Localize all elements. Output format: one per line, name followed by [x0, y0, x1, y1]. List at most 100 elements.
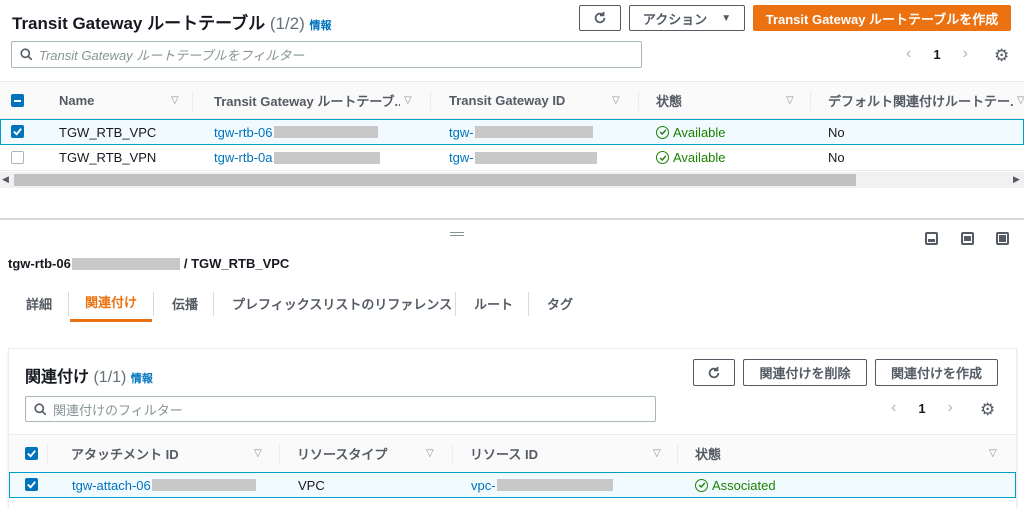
scroll-left-icon[interactable]: ◀	[2, 174, 9, 185]
column-header-resource-id[interactable]: リソース ID	[470, 435, 620, 472]
refresh-button[interactable]	[579, 5, 621, 31]
sort-icon[interactable]: ▽	[1017, 82, 1024, 118]
tab-details[interactable]: 詳細	[26, 284, 52, 322]
info-link[interactable]: 情報	[131, 373, 153, 385]
tab-associations[interactable]: 関連付け	[70, 284, 152, 322]
actions-button-label: アクション	[642, 11, 708, 27]
redacted-text	[474, 151, 597, 164]
state-text: Available	[673, 150, 726, 165]
tab-divider	[153, 292, 154, 316]
select-all-checkbox[interactable]	[25, 447, 38, 460]
column-divider	[279, 444, 280, 464]
row-checkbox[interactable]	[11, 151, 24, 164]
column-divider	[47, 444, 48, 464]
table-row[interactable]: TGW_RTB_VPN tgw-rtb-0a tgw- Available No	[0, 145, 1024, 171]
scroll-right-icon[interactable]: ▶	[1013, 174, 1020, 185]
sort-icon[interactable]: ▽	[989, 435, 997, 472]
tab-tags[interactable]: タグ	[547, 284, 573, 322]
create-association-button[interactable]: 関連付けを作成	[875, 359, 998, 386]
column-divider	[452, 444, 453, 464]
check-circle-icon	[695, 478, 708, 492]
row-resource-id[interactable]: vpc-	[471, 473, 613, 497]
sort-icon[interactable]: ▽	[254, 435, 262, 472]
select-all-checkbox[interactable]	[11, 94, 24, 107]
tab-prefix-list-references[interactable]: プレフィックスリストのリファレンス	[232, 284, 452, 322]
check-circle-icon	[656, 151, 669, 164]
state-text: Available	[673, 124, 726, 140]
page-number[interactable]: 1	[918, 401, 925, 416]
associations-count: (1/1)	[93, 369, 127, 386]
column-header-attachment-id[interactable]: アタッチメント ID	[71, 435, 221, 472]
check-icon	[27, 481, 36, 489]
association-filter-placeholder: 関連付けのフィルター	[53, 402, 183, 418]
page-title: Transit Gateway ルートテーブル (1/2) 情報	[12, 9, 332, 34]
resize-handle-icon[interactable]	[450, 232, 464, 236]
sort-icon[interactable]: ▽	[612, 82, 620, 118]
tgw-id-text[interactable]: tgw-	[449, 150, 474, 165]
row-tgw-id[interactable]: tgw-	[449, 120, 593, 144]
table-row[interactable]: tgw-attach-06 VPC vpc- Associated	[9, 472, 1016, 498]
info-link[interactable]: 情報	[310, 20, 332, 32]
page-number[interactable]: 1	[933, 47, 940, 62]
indeterminate-icon	[14, 100, 21, 102]
redacted-text	[71, 257, 180, 270]
row-attachment-id[interactable]: tgw-attach-06	[72, 473, 256, 497]
row-default-association: No	[828, 124, 845, 140]
preferences-gear-icon[interactable]: ⚙	[980, 400, 995, 420]
search-icon	[34, 402, 47, 415]
preferences-gear-icon[interactable]: ⚙	[994, 46, 1009, 66]
scrollbar-thumb[interactable]	[14, 174, 856, 186]
row-tgw-id[interactable]: tgw-	[449, 145, 597, 170]
split-bottom-icon[interactable]	[925, 232, 938, 245]
detail-name: / TGW_RTB_VPC	[183, 256, 290, 271]
prev-page-icon[interactable]: ‹	[906, 45, 911, 63]
row-checkbox[interactable]	[25, 478, 38, 491]
page-title-count: (1/2)	[269, 14, 305, 33]
check-icon	[27, 450, 36, 458]
route-table-filter-input[interactable]: Transit Gateway ルートテーブルをフィルター	[11, 41, 642, 68]
refresh-button[interactable]	[693, 359, 735, 386]
sort-icon[interactable]: ▽	[426, 435, 434, 472]
sort-icon[interactable]: ▽	[653, 435, 661, 472]
split-panel-divider[interactable]	[0, 218, 1024, 220]
actions-button[interactable]: アクション ▼	[629, 5, 745, 31]
next-page-icon[interactable]: ›	[948, 399, 953, 417]
prev-page-icon[interactable]: ‹	[891, 399, 896, 417]
column-header-default-association[interactable]: デフォルト関連付けルートテー...	[828, 82, 1014, 118]
tab-divider	[213, 292, 214, 316]
tab-routes[interactable]: ルート	[474, 284, 513, 322]
tab-propagations[interactable]: 伝播	[172, 284, 198, 322]
sort-icon[interactable]: ▽	[786, 82, 794, 118]
pagination: ‹ 1 ›	[900, 44, 980, 64]
row-route-table-id[interactable]: tgw-rtb-0a	[214, 145, 380, 170]
sort-icon[interactable]: ▽	[404, 82, 412, 118]
split-side-icon[interactable]	[961, 232, 974, 245]
route-table-id-text[interactable]: tgw-rtb-06	[214, 125, 273, 140]
column-divider	[192, 91, 193, 111]
table-row[interactable]: TGW_RTB_VPC tgw-rtb-06 tgw- Available No	[0, 119, 1024, 145]
column-header-name[interactable]: Name	[59, 82, 159, 118]
column-header-resource-type[interactable]: リソースタイプ	[297, 435, 417, 472]
full-panel-icon[interactable]	[996, 232, 1009, 245]
tgw-id-text[interactable]: tgw-	[449, 125, 474, 140]
redacted-text	[273, 126, 378, 138]
page-title-text: Transit Gateway ルートテーブル	[12, 14, 266, 33]
next-page-icon[interactable]: ›	[963, 45, 968, 63]
association-filter-input[interactable]: 関連付けのフィルター	[25, 396, 656, 422]
route-table-id-text[interactable]: tgw-rtb-0a	[214, 150, 273, 165]
row-route-table-id[interactable]: tgw-rtb-06	[214, 120, 378, 144]
column-divider	[810, 91, 811, 111]
column-header-state[interactable]: 状態	[656, 82, 756, 118]
column-header-route-table-id[interactable]: Transit Gateway ルートテーブ...	[214, 82, 400, 118]
create-association-label: 関連付けを作成	[890, 366, 982, 381]
column-header-state[interactable]: 状態	[695, 435, 795, 472]
horizontal-scrollbar[interactable]: ◀ ▶	[0, 172, 1024, 188]
sort-icon[interactable]: ▽	[171, 82, 179, 118]
attachment-id-text[interactable]: tgw-attach-06	[72, 478, 151, 493]
delete-association-button[interactable]: 関連付けを削除	[743, 359, 867, 386]
column-header-tgw-id[interactable]: Transit Gateway ID	[449, 82, 599, 118]
create-route-table-button[interactable]: Transit Gateway ルートテーブルを作成	[753, 5, 1011, 31]
tab-divider	[68, 292, 69, 316]
row-checkbox[interactable]	[11, 125, 24, 138]
resource-id-text[interactable]: vpc-	[471, 478, 496, 493]
